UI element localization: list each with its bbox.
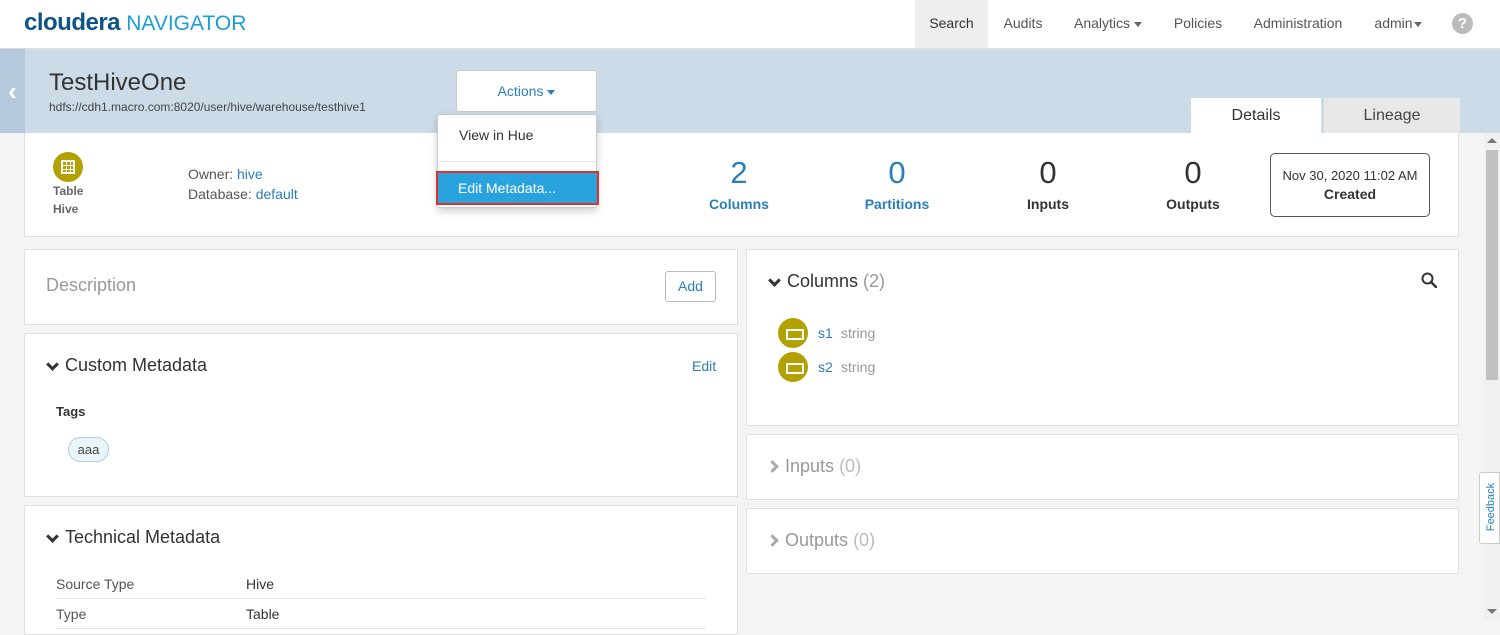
created-date: Nov 30, 2020 11:02 AM <box>1282 168 1418 183</box>
custom-metadata-title: Custom Metadata <box>65 355 208 375</box>
caret-down-icon <box>547 89 556 95</box>
add-description-button[interactable]: Add <box>665 271 716 302</box>
nav-policies[interactable]: Policies <box>1164 0 1232 48</box>
owner-label: Owner: <box>188 166 234 182</box>
search-icon[interactable] <box>1421 272 1437 288</box>
logo-sub-text: NAVIGATOR <box>126 12 247 35</box>
menu-item-view-in-hue[interactable]: View in Hue <box>459 127 533 143</box>
menu-divider <box>438 161 596 162</box>
columns-header[interactable]: Columns (2) <box>768 271 885 292</box>
stat-outputs-value: 0 <box>1184 155 1202 190</box>
nav-audits[interactable]: Audits <box>992 0 1054 48</box>
outputs-title: Outputs <box>785 530 849 550</box>
nav-user-label: admin <box>1374 15 1413 31</box>
caret-down-icon <box>1134 21 1143 27</box>
column-icon <box>778 352 808 382</box>
chevron-down-icon <box>768 273 781 287</box>
nav-administration[interactable]: Administration <box>1242 0 1354 48</box>
scrollbar-thumb[interactable] <box>1486 150 1498 380</box>
owner-field: Owner: hive <box>188 166 263 182</box>
nav-user-menu[interactable]: admin <box>1366 0 1430 48</box>
caret-down-icon <box>1413 21 1422 27</box>
columns-title: Columns <box>787 271 859 291</box>
chevron-down-icon <box>46 529 59 543</box>
tags-label: Tags <box>56 404 86 419</box>
stat-columns[interactable]: 2 Columns <box>684 155 794 212</box>
actions-label: Actions <box>497 83 544 99</box>
tab-lineage[interactable]: Lineage <box>1324 98 1460 133</box>
entity-title: TestHiveOne <box>49 69 187 96</box>
actions-dropdown-button[interactable]: Actions <box>456 70 597 112</box>
tab-details[interactable]: Details <box>1191 98 1321 133</box>
chevron-right-icon <box>766 459 779 473</box>
stat-partitions-label: Partitions <box>864 196 930 212</box>
tech-value: Hive <box>246 576 275 592</box>
top-navbar: cloudera NAVIGATOR Search Audits Analyti… <box>0 0 1500 49</box>
created-label: Created <box>1323 186 1377 202</box>
column-type: string <box>841 325 876 341</box>
edit-custom-metadata-link[interactable]: Edit <box>692 358 716 374</box>
column-type: string <box>841 359 876 375</box>
stat-inputs-label: Inputs <box>1027 196 1069 212</box>
technical-metadata-header[interactable]: Technical Metadata <box>46 527 220 548</box>
inputs-count: (0) <box>839 456 862 476</box>
logo-main-text: cloudera <box>24 9 121 36</box>
entity-type-label: Table <box>53 184 84 198</box>
database-field: Database: default <box>188 186 298 202</box>
tag-chip[interactable]: aaa <box>68 437 109 462</box>
stat-partitions[interactable]: 0 Partitions <box>842 155 952 212</box>
nav-analytics[interactable]: Analytics <box>1062 0 1154 48</box>
database-link[interactable]: default <box>256 186 298 202</box>
column-name-link[interactable]: s1 <box>818 325 833 341</box>
stat-columns-value: 2 <box>730 155 748 190</box>
chevron-right-icon <box>766 533 779 547</box>
stat-outputs: 0 Outputs <box>1138 155 1248 212</box>
scroll-up-arrow-icon[interactable] <box>1487 138 1497 143</box>
entity-source-label: Hive <box>53 202 79 216</box>
tech-row-source-type: Source Type Hive <box>56 571 706 599</box>
column-name-link[interactable]: s2 <box>818 359 833 375</box>
back-arrow-icon[interactable]: ‹ <box>0 49 25 133</box>
cloudera-navigator-logo[interactable]: cloudera NAVIGATOR <box>24 9 246 37</box>
created-box: Nov 30, 2020 11:02 AM Created <box>1270 153 1430 217</box>
table-icon <box>53 152 83 182</box>
columns-count: (2) <box>863 271 886 291</box>
tech-row-type: Type Table <box>56 601 706 629</box>
help-icon[interactable]: ? <box>1452 13 1473 34</box>
outputs-header[interactable]: Outputs (0) <box>766 530 876 551</box>
feedback-label: Feedback <box>1485 482 1497 532</box>
stat-columns-label: Columns <box>709 196 769 212</box>
technical-metadata-title: Technical Metadata <box>65 527 221 547</box>
owner-link[interactable]: hive <box>237 166 263 182</box>
menu-item-edit-metadata[interactable]: Edit Metadata... <box>436 171 599 205</box>
database-label: Database: <box>188 186 252 202</box>
stat-partitions-value: 0 <box>888 155 906 190</box>
nav-analytics-label: Analytics <box>1073 15 1131 31</box>
feedback-tab[interactable]: Feedback <box>1479 472 1500 544</box>
entity-path: hdfs://cdh1.macro.com:8020/user/hive/war… <box>49 100 366 114</box>
tech-key: Source Type <box>56 576 135 592</box>
outputs-count: (0) <box>853 530 876 550</box>
stat-inputs: 0 Inputs <box>993 155 1103 212</box>
scroll-down-arrow-icon[interactable] <box>1487 609 1497 614</box>
stat-outputs-label: Outputs <box>1166 196 1220 212</box>
custom-metadata-header[interactable]: Custom Metadata <box>46 355 207 376</box>
inputs-title: Inputs <box>785 456 835 476</box>
stat-inputs-value: 0 <box>1039 155 1057 190</box>
chevron-down-icon <box>46 357 59 371</box>
column-icon <box>778 318 808 348</box>
inputs-header[interactable]: Inputs (0) <box>766 456 862 477</box>
description-title: Description <box>46 275 137 295</box>
nav-search[interactable]: Search <box>915 0 988 48</box>
